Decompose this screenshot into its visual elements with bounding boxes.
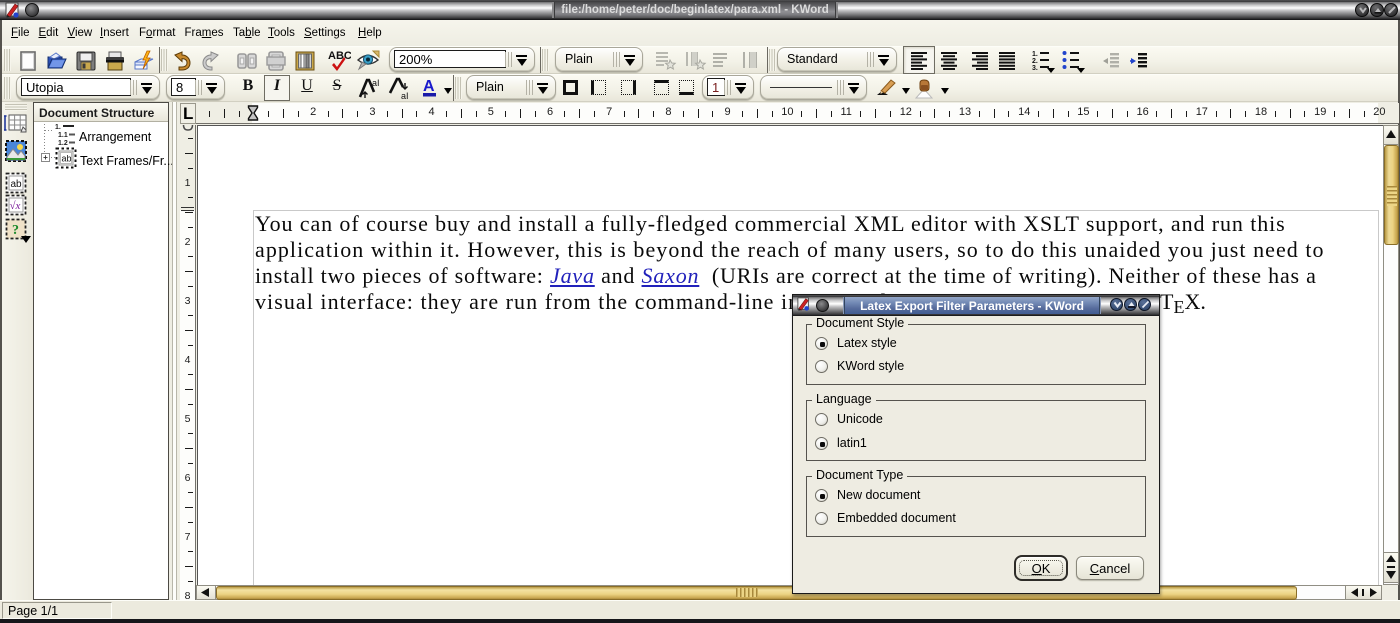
svg-text:ab: ab [11,179,23,190]
svg-text:√x: √x [10,200,21,212]
svg-text:1.2: 1.2 [58,140,68,146]
svg-text:ab: ab [62,154,72,164]
svg-text:1.: 1. [55,124,61,131]
svg-text:3.: 3. [1032,65,1038,72]
svg-text:2.: 2. [1032,58,1038,65]
svg-text:A: A [423,78,435,95]
svg-text:1.1: 1.1 [58,132,68,139]
svg-text:?: ? [12,223,19,238]
svg-text:ABC: ABC [328,50,351,62]
svg-text:aI: aI [372,78,380,88]
svg-text:1.: 1. [1032,51,1038,58]
svg-text:aI: aI [401,91,409,101]
